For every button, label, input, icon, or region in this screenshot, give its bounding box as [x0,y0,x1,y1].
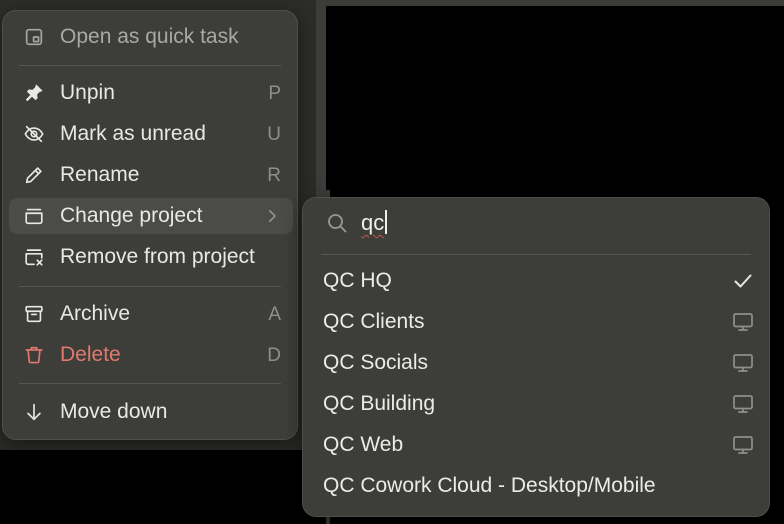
project-item-qc-hq[interactable]: QC HQ [309,262,763,300]
monitor-icon [731,310,755,334]
chevron-right-icon [263,207,281,225]
menu-item-label: Unpin [60,81,115,104]
arrow-down-icon [23,401,45,423]
context-menu: Open as quick task Unpin P Mark as unrea… [2,10,298,440]
menu-item-label: Archive [60,302,131,325]
project-label: QC Socials [323,351,429,374]
menu-item-label: Change project [60,204,203,227]
shortcut-key: D [267,345,281,366]
menu-item-rename[interactable]: Rename R [9,157,293,193]
archive-icon [23,303,45,325]
menu-item-label: Delete [60,343,121,366]
menu-item-change-project[interactable]: Change project [9,198,293,234]
monitor-icon [731,433,755,457]
pin-icon [23,82,45,104]
menu-divider [19,383,281,384]
menu-item-open-quick-task[interactable]: Open as quick task [9,19,293,55]
eye-slash-icon [23,123,45,145]
shortcut-key: U [267,124,281,145]
menu-item-label: Rename [60,163,140,186]
menu-divider [19,286,281,287]
project-label: QC HQ [323,269,392,292]
menu-divider [19,65,281,66]
menu-item-delete[interactable]: Delete D [9,337,293,373]
menu-item-move-down[interactable]: Move down [9,394,293,430]
project-item-qc-web[interactable]: QC Web [309,426,763,464]
menu-item-remove-from-project[interactable]: Remove from project [9,239,293,275]
monitor-icon [731,392,755,416]
menu-item-label: Open as quick task [60,25,239,48]
search-input-value: qc [361,210,385,235]
project-item-qc-building[interactable]: QC Building [309,385,763,423]
submenu-divider [321,254,751,255]
quick-task-icon [23,26,45,48]
project-picker-submenu: qc QC HQ QC Clients QC Socials QC Buildi… [302,197,770,517]
monitor-icon [731,351,755,375]
folder-remove-icon [23,246,45,268]
project-label: QC Building [323,392,436,415]
window-top-edge [326,0,784,6]
search-icon [325,211,349,235]
text-caret [385,210,388,234]
menu-item-archive[interactable]: Archive A [9,296,293,332]
project-label: QC Web [323,433,404,456]
search-input[interactable]: qc [361,210,388,236]
menu-item-mark-unread[interactable]: Mark as unread U [9,116,293,152]
project-item-qc-socials[interactable]: QC Socials [309,344,763,382]
project-item-qc-clients[interactable]: QC Clients [309,303,763,341]
pencil-icon [23,164,45,186]
shortcut-key: P [268,83,281,104]
project-label: QC Clients [323,310,425,333]
panel-divider [316,0,326,198]
project-label: QC Cowork Cloud - Desktop/Mobile [323,474,656,497]
shortcut-key: A [268,304,281,325]
project-item-qc-cowork-cloud[interactable]: QC Cowork Cloud - Desktop/Mobile [309,467,763,505]
checkmark-icon [731,269,755,293]
menu-item-label: Remove from project [60,245,255,268]
folder-tray-icon [23,205,45,227]
menu-item-label: Move down [60,400,168,423]
menu-item-unpin[interactable]: Unpin P [9,75,293,111]
trash-icon [23,344,45,366]
shortcut-key: R [267,165,281,186]
menu-item-label: Mark as unread [60,122,206,145]
